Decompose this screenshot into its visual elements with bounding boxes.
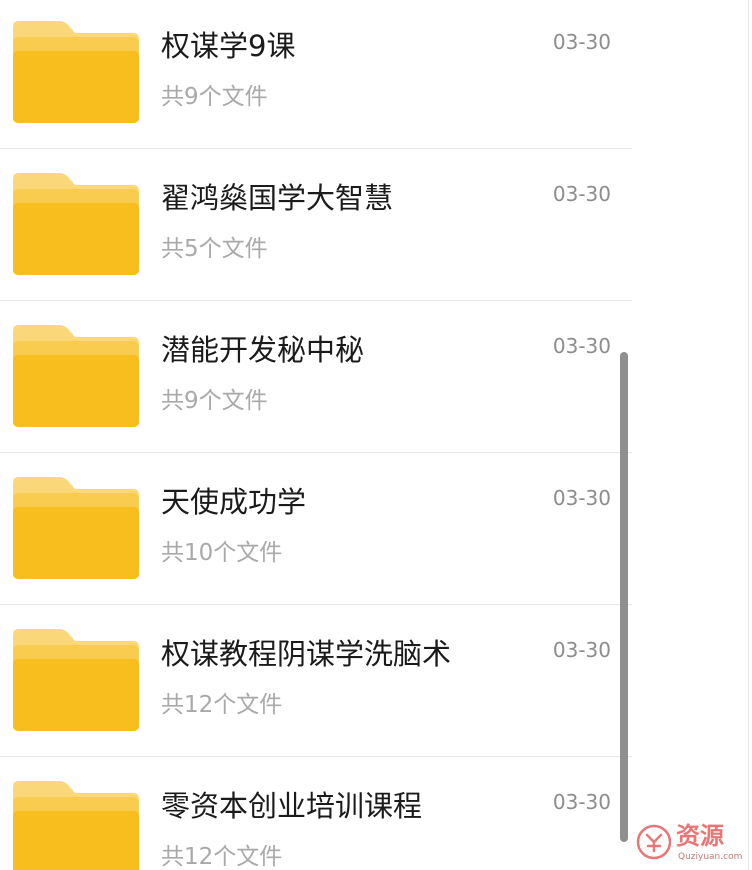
edge-divider: [748, 0, 749, 870]
folder-file-count: 共10个文件: [161, 540, 283, 566]
folder-icon: [13, 781, 139, 870]
folder-row[interactable]: 翟鸿燊国学大智慧 共5个文件 03-30: [0, 149, 632, 301]
watermark-name: 资源: [676, 822, 724, 850]
folder-row[interactable]: 权谋教程阴谋学洗脑术 共12个文件 03-30: [0, 605, 632, 757]
folder-row[interactable]: 天使成功学 共10个文件 03-30: [0, 453, 632, 605]
folder-date: 03-30: [552, 30, 611, 54]
folder-row[interactable]: 权谋学9课 共9个文件 03-30: [0, 0, 632, 149]
folder-file-count: 共5个文件: [161, 236, 268, 262]
folder-file-count: 共12个文件: [161, 692, 283, 718]
folder-date: 03-30: [552, 334, 611, 358]
folder-date: 03-30: [552, 790, 611, 814]
folder-name: 天使成功学: [161, 485, 307, 519]
folder-date: 03-30: [552, 486, 611, 510]
folder-icon: [13, 629, 139, 731]
watermark-logo-icon: [636, 824, 672, 860]
folder-name: 潜能开发秘中秘: [161, 333, 365, 367]
folder-name: 零资本创业培训课程: [161, 789, 423, 823]
folder-file-count: 共12个文件: [161, 844, 283, 870]
folder-name: 翟鸿燊国学大智慧: [161, 181, 394, 215]
folder-icon: [13, 21, 139, 123]
folder-row[interactable]: 潜能开发秘中秘 共9个文件 03-30: [0, 301, 632, 453]
folder-list[interactable]: 权谋学9课 共9个文件 03-30 翟鸿燊国学大智慧 共5个文件 03-30 潜…: [0, 0, 632, 870]
file-list-screen: 权谋学9课 共9个文件 03-30 翟鸿燊国学大智慧 共5个文件 03-30 潜…: [0, 0, 752, 870]
folder-file-count: 共9个文件: [161, 84, 268, 110]
folder-date: 03-30: [552, 638, 611, 662]
watermark-domain: Quziyuan.com: [678, 852, 743, 862]
folder-file-count: 共9个文件: [161, 388, 268, 414]
folder-row[interactable]: 零资本创业培训课程 共12个文件 03-30: [0, 757, 632, 870]
folder-icon: [13, 173, 139, 275]
scrollbar-thumb[interactable]: [620, 352, 628, 842]
folder-name: 权谋学9课: [161, 29, 296, 63]
folder-date: 03-30: [552, 182, 611, 206]
folder-name: 权谋教程阴谋学洗脑术: [161, 637, 452, 671]
folder-icon: [13, 325, 139, 427]
watermark: 资源 Quziyuan.com: [636, 822, 748, 866]
folder-icon: [13, 477, 139, 579]
